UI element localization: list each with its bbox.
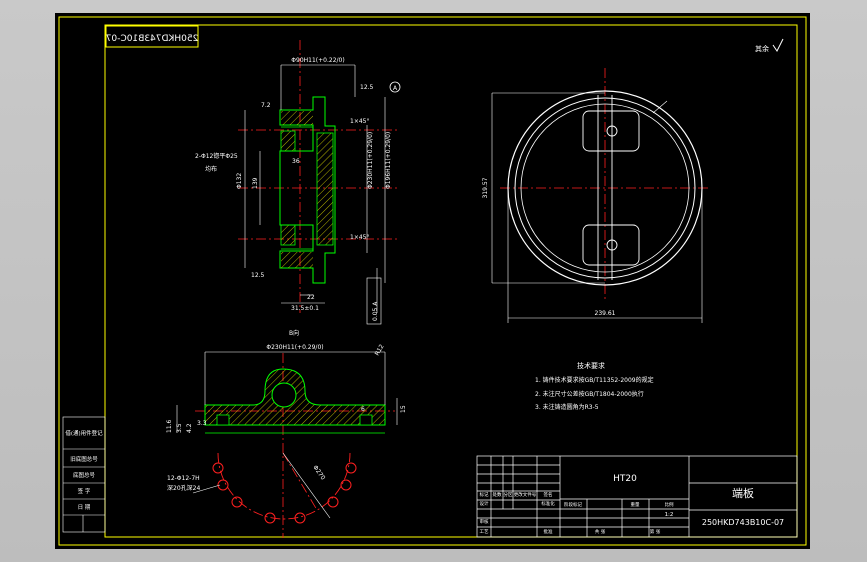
left-block-4: 签 字 — [78, 487, 91, 495]
dim-top: Φ90H11(+0.22/0) — [291, 57, 344, 64]
left-block-2: 旧底图总号 — [70, 455, 98, 463]
tb-standardize: 标准化 — [541, 500, 555, 507]
engineering-drawing: 250HKD743B10C-07 其余 Φ90H11(+0.22/0) 2-Φ1… — [58, 16, 807, 546]
material: HT20 — [613, 474, 637, 484]
tech-req-item-3: 3. 未注铸造圆角为R3-5 — [535, 403, 599, 411]
dim-left: Φ132 — [236, 173, 243, 189]
stamp-code-text: 250HKD743B10C-07 — [106, 34, 199, 44]
b-right-dim: 15 — [400, 405, 407, 413]
tb-signature: 签名 — [544, 491, 553, 498]
b-left-dim-1: 11.6 — [166, 419, 173, 433]
section-label: B向 — [289, 329, 299, 337]
tb-change-doc: 更改文件号 — [514, 491, 537, 498]
tech-requirements: 技术要求 1. 铸件技术要求按GB/T11352-2009的规定 2. 未注尺寸… — [535, 361, 654, 411]
b-radius: R12 — [374, 343, 386, 357]
tolerance-frame: 0.05 A — [372, 301, 379, 321]
b-left-dim-3: 4.2 — [186, 423, 193, 433]
b-pcd: Φ270 — [311, 464, 326, 481]
tb-zone: 分区 — [504, 491, 513, 498]
tb-scale: 比例 — [665, 501, 674, 508]
dim-right-2: Φ196H11(+0.29/0) — [385, 132, 392, 189]
tb-count: 处数 — [493, 491, 502, 498]
drawing-number: 250HKD743B10C-07 — [702, 518, 784, 527]
dim-right-1: Φ230H11(+0.29/0) — [367, 132, 374, 189]
outer-frame — [58, 16, 807, 546]
dim-36: 36 — [292, 158, 300, 165]
radius-2: 12.5 — [251, 272, 265, 279]
scale-value: 1:2 — [665, 512, 674, 518]
left-block-1: 借(通)用件登记 — [65, 429, 103, 437]
left-block-5: 日 期 — [78, 504, 91, 511]
dim-22: 22 — [307, 294, 315, 301]
tb-stage-mark: 阶段标记 — [564, 501, 582, 508]
b-top-dim: Φ230H11(+0.29/0) — [266, 344, 323, 351]
tech-req-item-1: 1. 铸件技术要求按GB/T11352-2009的规定 — [535, 376, 654, 384]
b-view: B向 Φ230H11(+0.29/0) R12 11.6 3.5 4.2 15 … — [166, 329, 407, 538]
part-name: 端板 — [732, 486, 754, 500]
dim-bottom: 31.5±0.1 — [291, 305, 319, 312]
b-left-dim-2: 3.5 — [176, 423, 183, 433]
b-holes-note-2: 深20孔深24 — [167, 484, 200, 492]
tb-mark: 标记 — [480, 491, 489, 498]
hole-note: 2-Φ12锪平Φ25 — [195, 152, 238, 160]
b-dim-33: 3.3 — [197, 420, 207, 427]
circle-height-dim: 319.57 — [482, 177, 489, 198]
circle-width-dim: 239.61 — [595, 310, 616, 317]
drawing-code-stamp: 250HKD743B10C-07 — [105, 25, 199, 48]
b-holes-note: 12-Φ12-7H — [167, 475, 200, 482]
tb-sheet-total: 共 张 — [595, 528, 606, 535]
chamfer-bottom: 1×45° — [350, 234, 369, 241]
tech-req-title: 技术要求 — [577, 361, 605, 370]
dim-mid: 139 — [252, 177, 259, 189]
b-dim-6: 6 — [361, 406, 365, 413]
tb-process: 工艺 — [480, 529, 489, 535]
inner-frame — [104, 24, 798, 538]
dim-72: 7.2 — [261, 102, 271, 109]
radius-1: 12.5 — [360, 84, 374, 91]
roughness-symbol-icon — [772, 38, 784, 52]
main-section-view: Φ90H11(+0.22/0) 2-Φ12锪平Φ25 均布 Φ132 139 Φ… — [195, 40, 401, 325]
tb-approve: 批准 — [544, 528, 553, 535]
roughness-note: 其余 — [755, 44, 769, 53]
tb-weight: 重量 — [631, 501, 640, 508]
datum-label: A — [393, 85, 398, 92]
circular-view: 239.61 319.57 — [482, 68, 710, 323]
tb-reviewer: 审核 — [480, 518, 489, 525]
tech-req-item-2: 2. 未注尺寸公差按GB/T1804-2000执行 — [535, 390, 644, 398]
drawing-canvas[interactable]: 250HKD743B10C-07 其余 Φ90H11(+0.22/0) 2-Φ1… — [55, 13, 810, 549]
tb-sheet-no: 第 张 — [650, 528, 661, 535]
chamfer-top: 1×45° — [350, 118, 369, 125]
cad-viewport: 250HKD743B10C-07 其余 Φ90H11(+0.22/0) 2-Φ1… — [0, 0, 867, 562]
left-block-3: 底图总号 — [73, 471, 96, 479]
hole-note-2: 均布 — [205, 165, 217, 173]
tb-designer: 设计 — [480, 500, 489, 507]
